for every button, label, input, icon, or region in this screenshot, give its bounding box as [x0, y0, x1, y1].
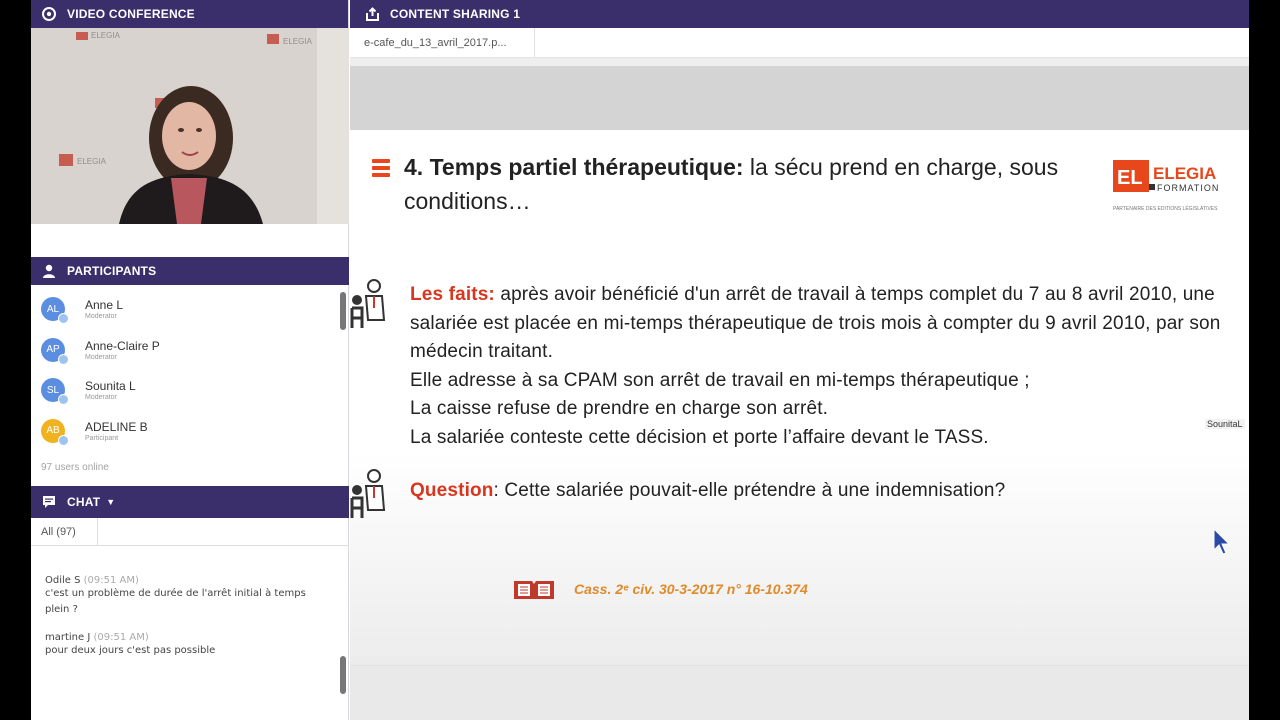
participants-header[interactable]: PARTICIPANTS [31, 257, 349, 285]
avatar-initials: AP [46, 344, 60, 356]
svg-text:EL: EL [1117, 167, 1143, 189]
svg-text:ELEGIA: ELEGIA [1153, 164, 1216, 183]
participant-name: Anne-Claire P [85, 338, 160, 353]
content-sharing-title: CONTENT SHARING 1 [390, 7, 521, 21]
facts-paragraph: Les faits: après avoir bénéficié d'un ar… [410, 281, 1240, 452]
speaker-video-image: ELEGIA ELEGIA ELEGIA [31, 28, 349, 224]
case-reference: Cass. 2ᵉ civ. 30-3-2017 n° 16-10.374 [512, 575, 808, 603]
participants-title: PARTICIPANTS [67, 264, 157, 278]
svg-text:ELEGIA: ELEGIA [91, 31, 121, 40]
facts-line-4: La salariée conteste cette décision et p… [410, 426, 989, 448]
list-icon [372, 159, 390, 180]
book-icon [514, 581, 554, 599]
message-author: Odile S [45, 575, 81, 586]
participants-scrollbar[interactable] [340, 292, 346, 330]
slide-bottom-band [350, 665, 1249, 720]
avatar: AP [41, 337, 69, 365]
chat-scrollbar[interactable] [340, 656, 346, 694]
elegia-logo: EL ELEGIA FORMATION PARTENAIRE DES EDITI… [1113, 160, 1231, 220]
participant-role: Moderator [85, 394, 117, 402]
document-tabbar: e-cafe_du_13_avril_2017.p... [350, 28, 1249, 58]
participant-row[interactable]: SL Sounita L Moderator [31, 370, 349, 411]
doctor-icon [350, 279, 386, 328]
avatar-initials: SL [46, 384, 60, 396]
case-reference-text: Cass. 2ᵉ civ. 30-3-2017 n° 16-10.374 [574, 581, 808, 597]
chat-header[interactable]: CHAT ▼ [31, 486, 349, 518]
participant-name: ADELINE B [85, 419, 148, 434]
user-badge-icon [58, 434, 69, 446]
avatar-initials: AL [46, 303, 60, 315]
message-time: (09:51 AM) [83, 575, 139, 586]
avatar-initials: AB [46, 425, 60, 437]
question-paragraph: Question: Cette salariée pouvait-elle pr… [410, 480, 1005, 502]
message-author: martine J [45, 632, 91, 643]
participant-row[interactable]: AB ADELINE B Participant [31, 411, 349, 452]
chevron-down-icon[interactable]: ▼ [106, 497, 115, 507]
chat-tabs: All (97) [31, 518, 349, 546]
avatar: AB [41, 418, 69, 446]
facts-line-2: Elle adresse à sa CPAM son arrêt de trav… [410, 369, 1030, 391]
message-text: pour deux jours c'est pas possible [45, 645, 216, 656]
participant-role: Moderator [85, 353, 117, 361]
video-feed[interactable]: ELEGIA ELEGIA ELEGIA [31, 28, 349, 224]
question-label: Question [410, 480, 494, 501]
content-sharing-header: CONTENT SHARING 1 [350, 0, 1249, 28]
message-text: c'est un problème de durée de l'arrêt in… [45, 588, 306, 615]
user-icon [41, 263, 57, 279]
left-column: VIDEO CONFERENCE ELEGIA ELEGIA ELEGIA PA… [31, 0, 349, 720]
video-conference-header: VIDEO CONFERENCE [31, 0, 348, 28]
participant-row[interactable]: AL Anne L Moderator [31, 289, 349, 330]
avatar: SL [41, 378, 69, 406]
chat-message: martine J (09:51 AM) pour deux jours c'e… [45, 632, 325, 659]
video-conference-title: VIDEO CONFERENCE [67, 7, 195, 21]
document-tab[interactable]: e-cafe_du_13_avril_2017.p... [350, 28, 535, 58]
participant-role: Participant [85, 434, 119, 442]
pointer-cursor-icon [1213, 528, 1231, 555]
doctor-icon [350, 469, 386, 518]
facts-line-3: La caisse refuse de prendre en charge so… [410, 398, 829, 419]
chat-tab-all[interactable]: All (97) [31, 518, 98, 546]
facts-text: après avoir bénéficié d'un arrêt de trav… [410, 284, 1221, 362]
chat-icon [41, 494, 57, 510]
avatar: AL [41, 297, 69, 325]
cursor-user-label: SounitaL [1205, 419, 1245, 429]
participant-list: AL Anne L Moderator AP Anne-Claire P Mod… [31, 289, 349, 453]
svg-text:FORMATION: FORMATION [1157, 183, 1219, 193]
chat-messages: Odile S (09:51 AM) c'est un problème de … [45, 575, 325, 673]
question-text: : Cette salariée pouvait-elle prétendre … [493, 480, 1006, 501]
message-time: (09:51 AM) [93, 632, 149, 643]
svg-text:ELEGIA: ELEGIA [283, 37, 313, 46]
slide-top-band [350, 66, 1249, 130]
share-icon [364, 6, 380, 22]
content-sharing-panel: CONTENT SHARING 1 e-cafe_du_13_avril_201… [350, 0, 1249, 720]
svg-text:ELEGIA: ELEGIA [77, 157, 107, 166]
chat-title: CHAT [67, 495, 101, 509]
presentation-slide: 4. Temps partiel thérapeutique: la sécu … [350, 130, 1249, 665]
participant-name: Sounita L [85, 379, 136, 394]
camera-icon [41, 6, 57, 22]
participant-name: Anne L [85, 298, 124, 313]
app-window: VIDEO CONFERENCE ELEGIA ELEGIA ELEGIA PA… [31, 0, 1249, 720]
participant-role: Moderator [85, 313, 117, 321]
participant-row[interactable]: AP Anne-Claire P Moderator [31, 330, 349, 371]
svg-text:PARTENAIRE DES EDITIONS LÉGISL: PARTENAIRE DES EDITIONS LÉGISLATIVES [1113, 205, 1218, 212]
slide-title-bold: 4. Temps partiel thérapeutique: [404, 154, 744, 180]
user-badge-icon [58, 353, 69, 365]
slide-title: 4. Temps partiel thérapeutique: la sécu … [404, 150, 1094, 218]
user-badge-icon [58, 394, 69, 406]
users-online-count: 97 users online [41, 462, 109, 473]
chat-message: Odile S (09:51 AM) c'est un problème de … [45, 575, 325, 618]
user-badge-icon [58, 313, 69, 325]
facts-label: Les faits: [410, 284, 495, 305]
